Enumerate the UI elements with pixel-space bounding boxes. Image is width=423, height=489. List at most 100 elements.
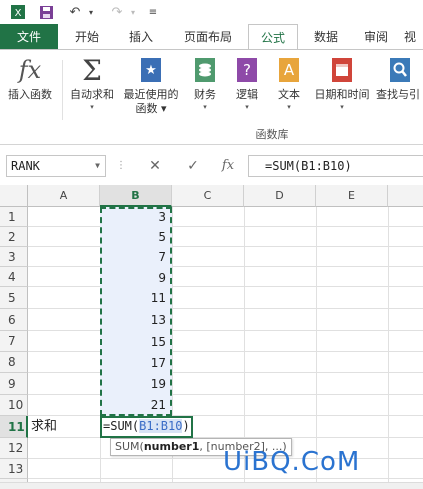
text-button[interactable]: A 文本 ▾ — [270, 56, 308, 112]
ribbon-separator — [62, 60, 63, 120]
recently-used-button[interactable]: ★ 最近使用的 函数 ▾ — [120, 56, 182, 116]
row-header-7[interactable]: 7 — [0, 331, 28, 352]
undo-dropdown-icon[interactable]: ▾ — [86, 3, 96, 21]
insert-function-button[interactable]: fx 插入函数 — [2, 56, 58, 102]
name-box[interactable]: RANK ▼ — [6, 155, 106, 177]
grid-line — [28, 308, 423, 309]
tab-formulas[interactable]: 公式 — [248, 24, 298, 51]
autosum-button[interactable]: Σ 自动求和 ▾ — [64, 54, 120, 112]
cell-b1[interactable]: 3 — [100, 207, 172, 227]
row-header-2[interactable]: 2 — [0, 227, 28, 247]
cell-b11-editing[interactable]: =SUM(B1:B10) — [103, 416, 190, 438]
svg-text:★: ★ — [145, 63, 157, 78]
column-header-d[interactable]: D — [244, 185, 316, 207]
autosum-dropdown-icon: ▾ — [90, 103, 94, 111]
star-book-icon: ★ — [138, 56, 164, 84]
tab-page-layout[interactable]: 页面布局 — [170, 24, 246, 50]
row-header-8[interactable]: 8 — [0, 352, 28, 373]
column-header-c[interactable]: C — [172, 185, 244, 207]
redo-icon[interactable]: ↷ — [106, 3, 128, 21]
svg-text:A: A — [284, 61, 295, 79]
row-header-12[interactable]: 12 — [0, 438, 28, 459]
edit-range-reference: B1:B10 — [139, 419, 183, 433]
date-time-dropdown-icon: ▾ — [340, 103, 344, 111]
enter-button[interactable]: ✓ — [178, 155, 208, 177]
insert-function-label: 插入函数 — [8, 88, 52, 101]
cell-b9[interactable]: 19 — [100, 374, 172, 394]
date-time-button[interactable]: 日期和时间 ▾ — [310, 56, 374, 112]
tab-data[interactable]: 数据 — [302, 24, 350, 50]
select-all-corner[interactable] — [0, 185, 28, 207]
grid-line — [28, 226, 423, 227]
cell-b8[interactable]: 17 — [100, 353, 172, 373]
save-icon[interactable] — [36, 3, 56, 21]
tab-review[interactable]: 审阅 — [352, 24, 400, 50]
worksheet-grid[interactable]: A B C D E 1 2 3 4 5 6 7 8 9 10 11 12 13 … — [0, 185, 423, 489]
coins-book-icon — [192, 56, 218, 84]
column-header-e[interactable]: E — [316, 185, 388, 207]
row-header-1[interactable]: 1 — [0, 207, 28, 227]
logical-button[interactable]: ? 逻辑 ▾ — [228, 56, 266, 112]
cell-b10[interactable]: 21 — [100, 395, 172, 415]
cell-b4[interactable]: 9 — [100, 268, 172, 288]
insert-function-fx-button[interactable]: fx — [214, 155, 242, 177]
tooltip-function[interactable]: SUM( — [115, 440, 144, 453]
name-box-dropdown-icon[interactable]: ▼ — [95, 156, 100, 176]
ribbon-tabs: 文件 开始 插入 页面布局 公式 数据 审阅 视 — [0, 24, 423, 51]
row-header-9[interactable]: 9 — [0, 373, 28, 395]
undo-icon[interactable]: ↶ — [64, 3, 86, 21]
text-book-icon: A — [276, 56, 302, 84]
row-header-10[interactable]: 10 — [0, 395, 28, 416]
horizontal-scrollbar[interactable] — [0, 482, 423, 489]
recently-used-sub: 函数 ▾ — [135, 102, 167, 115]
name-box-value: RANK — [11, 159, 40, 173]
column-header-a[interactable]: A — [28, 185, 100, 207]
column-header-f[interactable] — [388, 185, 423, 207]
tab-insert[interactable]: 插入 — [116, 24, 166, 50]
cell-a11[interactable]: 求和 — [31, 417, 99, 437]
cell-b7[interactable]: 15 — [100, 332, 172, 352]
logical-dropdown-icon: ▾ — [245, 103, 249, 111]
formula-bar-grip-icon[interactable]: ⋮ — [116, 155, 126, 177]
lookup-button[interactable]: 查找与引 — [376, 56, 423, 102]
date-time-label: 日期和时间 — [314, 88, 370, 101]
grid-line — [28, 372, 423, 373]
calendar-book-icon — [329, 56, 355, 84]
cell-b6[interactable]: 13 — [100, 310, 172, 330]
row-header-4[interactable]: 4 — [0, 267, 28, 287]
cell-b5[interactable]: 11 — [100, 288, 172, 308]
financial-button[interactable]: 财务 ▾ — [186, 56, 224, 112]
tab-file[interactable]: 文件 — [0, 24, 58, 50]
row-header-11[interactable]: 11 — [0, 416, 28, 438]
svg-text:?: ? — [243, 61, 251, 79]
row-header-13[interactable]: 13 — [0, 459, 28, 479]
svg-text:X: X — [15, 8, 22, 19]
row-header-3[interactable]: 3 — [0, 247, 28, 267]
financial-dropdown-icon: ▾ — [203, 103, 207, 111]
redo-dropdown-icon[interactable]: ▾ — [128, 3, 138, 21]
column-header-b[interactable]: B — [100, 185, 172, 207]
ribbon-formulas: fx 插入函数 Σ 自动求和 ▾ ★ 最近使用的 函数 ▾ 财务 ▾ ? 逻辑 … — [0, 50, 423, 145]
function-library-label: 函数库 — [255, 128, 289, 141]
formula-input[interactable]: =SUM(B1:B10) — [248, 155, 423, 177]
text-label: 文本 — [278, 88, 300, 101]
edit-prefix: =SUM( — [103, 419, 140, 433]
recently-used-label: 最近使用的 — [123, 88, 179, 101]
financial-label: 财务 — [194, 88, 216, 101]
customize-qat-icon[interactable]: ≡ — [146, 3, 160, 21]
tab-view[interactable]: 视 — [404, 24, 423, 50]
text-dropdown-icon: ▾ — [287, 103, 291, 111]
watermark: UiBQ.CoM — [223, 447, 361, 477]
cell-b3[interactable]: 7 — [100, 247, 172, 267]
tooltip-current-arg[interactable]: number1 — [144, 440, 200, 453]
row-header-5[interactable]: 5 — [0, 287, 28, 309]
cell-b2[interactable]: 5 — [100, 227, 172, 247]
grid-line — [28, 266, 423, 267]
fx-icon: fx — [18, 56, 42, 84]
grid-line — [388, 207, 389, 489]
tab-home[interactable]: 开始 — [62, 24, 112, 50]
cancel-button[interactable]: ✕ — [140, 155, 170, 177]
formula-bar: RANK ▼ ⋮ ✕ ✓ fx =SUM(B1:B10) — [0, 145, 423, 185]
grid-line — [28, 286, 423, 287]
row-header-6[interactable]: 6 — [0, 309, 28, 331]
